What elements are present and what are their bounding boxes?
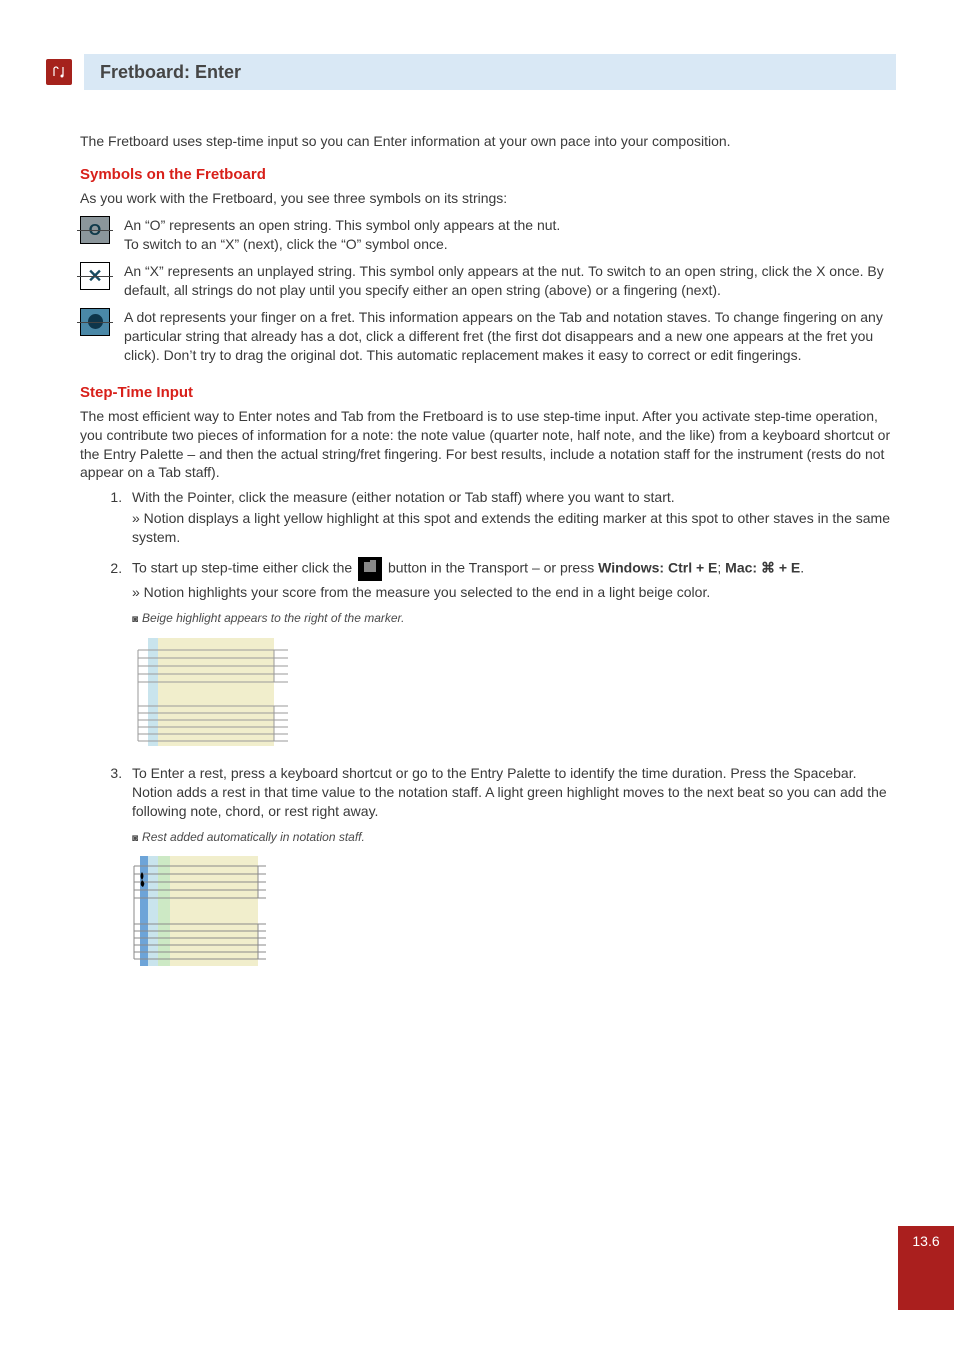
figure-beige-highlight bbox=[132, 632, 294, 752]
section-heading-symbols: Symbols on the Fretboard bbox=[80, 165, 896, 185]
step-1-main: With the Pointer, click the measure (eit… bbox=[132, 489, 675, 505]
step-2-post-a: button in the Transport – or press bbox=[384, 560, 598, 576]
caption-bullet-icon: ◙ bbox=[132, 613, 138, 627]
open-string-line2: To switch to an “X” (next), click the “O… bbox=[124, 236, 448, 252]
step-1: With the Pointer, click the measure (eit… bbox=[126, 488, 896, 547]
title-bar: Fretboard: Enter bbox=[46, 54, 896, 90]
page-number: 13.6 bbox=[912, 1232, 939, 1251]
step-2-sep: ; bbox=[717, 560, 725, 576]
caption-2: ◙ Rest added automatically in notation st… bbox=[132, 829, 896, 846]
step-2-sub: » Notion highlights your score from the … bbox=[132, 583, 896, 602]
unplayed-string-text: An “X” represents an unplayed string. Th… bbox=[124, 262, 896, 300]
step-2-end: . bbox=[800, 560, 804, 576]
step-2-mac-label: Mac: bbox=[725, 560, 757, 576]
unplayed-string-icon bbox=[80, 262, 110, 290]
finger-dot-text: A dot represents your finger on a fret. … bbox=[124, 308, 896, 365]
symbol-row-x: An “X” represents an unplayed string. Th… bbox=[80, 262, 896, 300]
step-2-win-key: Ctrl + E bbox=[664, 560, 717, 576]
symbol-row-dot: A dot represents your finger on a fret. … bbox=[80, 308, 896, 365]
step-2-pre: To start up step-time either click the bbox=[132, 560, 356, 576]
caption-1-text: Beige highlight appears to the right of … bbox=[142, 611, 404, 625]
section-heading-steptime: Step-Time Input bbox=[80, 383, 896, 403]
step-3: To Enter a rest, press a keyboard shortc… bbox=[126, 764, 896, 971]
caption-2-text: Rest added automatically in notation sta… bbox=[142, 830, 365, 844]
finger-dot-icon bbox=[80, 308, 110, 336]
symbol-row-o: An “O” represents an open string. This s… bbox=[80, 216, 896, 254]
figure-rest-added bbox=[132, 852, 272, 972]
intro-paragraph: The Fretboard uses step-time input so yo… bbox=[80, 132, 896, 151]
page-number-badge: 13.6 bbox=[898, 1226, 954, 1310]
step-2: To start up step-time either click the b… bbox=[126, 557, 896, 752]
app-logo-icon bbox=[46, 59, 72, 85]
steptime-paragraph: The most efficient way to Enter notes an… bbox=[80, 407, 896, 483]
step-1-sub: » Notion displays a light yellow highlig… bbox=[132, 509, 896, 547]
open-string-text: An “O” represents an open string. This s… bbox=[124, 216, 560, 254]
open-string-line1: An “O” represents an open string. This s… bbox=[124, 217, 560, 233]
caption-1: ◙ Beige highlight appears to the right of… bbox=[132, 610, 896, 627]
step-2-win-label: Windows: bbox=[598, 560, 664, 576]
symbols-lead: As you work with the Fretboard, you see … bbox=[80, 189, 896, 208]
caption-bullet-icon: ◙ bbox=[132, 832, 138, 846]
open-string-icon bbox=[80, 216, 110, 244]
page-title: Fretboard: Enter bbox=[84, 54, 896, 90]
step-list: With the Pointer, click the measure (eit… bbox=[80, 488, 896, 971]
step-2-mac-key: ⌘ + E bbox=[757, 560, 800, 576]
steptime-button-icon bbox=[358, 557, 382, 581]
step-3-text: To Enter a rest, press a keyboard shortc… bbox=[132, 765, 887, 819]
